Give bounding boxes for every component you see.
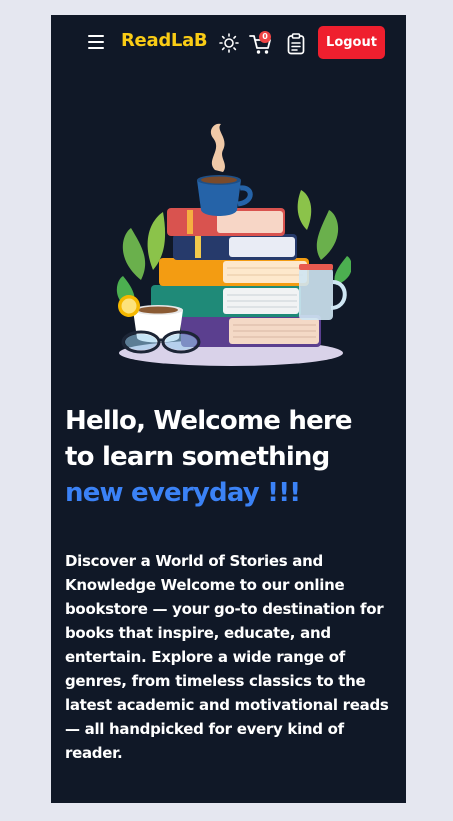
logout-button[interactable]: Logout [318,26,385,59]
hero-illustration [111,110,352,384]
app-frame: ReadLaB 0 Logout Hello, Welcome here to … [51,15,406,803]
menu-icon[interactable] [88,35,104,49]
sun-icon[interactable] [219,33,239,53]
hero-heading-line1: Hello, Welcome here [65,406,353,436]
clipboard-icon[interactable] [287,33,305,55]
navbar: ReadLaB 0 Logout [51,15,406,71]
hero-heading: Hello, Welcome here to learn something n… [65,403,395,511]
hero-heading-accent: new everyday !!! [65,478,301,508]
cart-badge: 0 [259,31,271,43]
hero-description: Discover a World of Stories and Knowledg… [65,552,389,762]
hero-heading-line2: to learn something [65,442,330,472]
brand-logo[interactable]: ReadLaB [121,30,208,51]
